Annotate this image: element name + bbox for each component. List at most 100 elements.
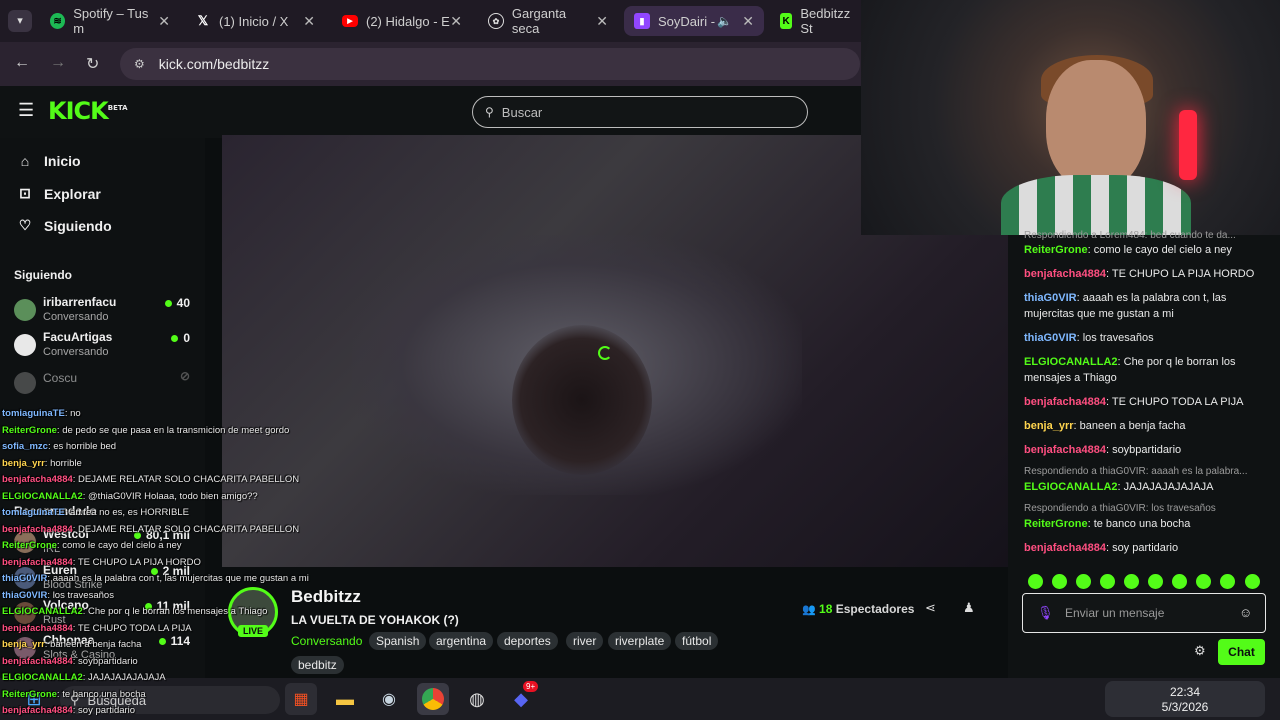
webcam-person-shirt [1001,175,1191,235]
sidebar-item-inicio[interactable]: ⌂ Inicio [16,153,81,169]
channel-name[interactable]: Bedbitzz [291,587,361,607]
chat-send-button[interactable]: Chat [1218,639,1265,665]
overlay-message: ReiterGrone: como le cayo del cielo a ne… [2,540,182,551]
close-tab-icon[interactable]: ✕ [303,13,315,30]
overlay-message: benjafacha4884: DEJAME RELATAR SOLO CHAC… [2,524,300,535]
emote-icon[interactable] [1052,574,1067,589]
following-heading: Siguiendo [14,268,72,282]
overlay-message: benjafacha4884: soy partidario [2,705,136,716]
reload-icon[interactable]: ↻ [86,54,99,74]
emote-icon[interactable] [1172,574,1187,589]
twitch-icon: ▮ [634,13,650,29]
following-item[interactable]: FacuArtigas Conversando 0 [14,330,190,364]
tab-kick[interactable]: K Bedbitzz St [770,6,861,36]
close-tab-icon[interactable]: ✕ [742,13,754,30]
share-icon[interactable]: ⋖ [925,600,936,616]
kick-logo[interactable]: KICKBETA [48,97,128,125]
emote-icon[interactable] [1220,574,1235,589]
avatar [14,372,36,394]
chrome-icon[interactable] [417,683,449,715]
tab-chatgpt[interactable]: ✿ Garganta seca ✕ [478,6,618,36]
chat-message: ReiterGrone: como le cayo del cielo a ne… [1024,244,1232,256]
overlay-message: thiaG0VIR: los travesaños [2,590,114,601]
tab-youtube[interactable]: ▶ (2) Hidalgo - E ✕ [332,6,472,36]
overlay-message: benjafacha4884: TE CHUPO TODA LA PIJA [2,623,192,634]
live-dot-icon [158,638,166,645]
tab-x[interactable]: 𝕏 (1) Inicio / X ✕ [185,6,325,36]
live-badge: LIVE [238,625,269,637]
loading-spinner-icon [598,346,612,360]
close-tab-icon[interactable]: ✕ [596,13,608,30]
close-tab-icon[interactable]: ✕ [158,13,170,30]
emote-icon[interactable] [1196,574,1211,589]
overlay-message: thiaG0VIR: aaaah es la palabra con t, la… [2,573,309,584]
search-input[interactable]: ⚲ Buscar [472,96,808,128]
tag-chip[interactable]: riverplate [608,632,672,650]
tab-list-chevron-icon[interactable]: ▾ [8,10,32,32]
chat-message: benjafacha4884: soy partidario [1024,542,1179,554]
follow-user-icon[interactable]: ♟ [963,600,975,616]
tag-chip[interactable]: deportes [497,632,558,650]
forward-arrow-icon[interactable]: → [50,54,66,72]
tab-twitch[interactable]: ▮ SoyDairi - 🔈 ✕ [624,6,764,36]
category-link[interactable]: Conversando [291,634,362,648]
viewer-count: 👥 18 Espectadores [802,602,915,616]
webcam-overlay [861,0,1280,235]
chat-input[interactable]: 🎙 Enviar un mensaje ☺ [1022,593,1266,633]
compass-icon: ⊡ [19,185,31,201]
avatar [14,299,36,321]
overlay-message: benjafacha4884: DEJAME RELATAR SOLO CHAC… [2,474,300,485]
back-arrow-icon[interactable]: ← [14,54,30,72]
search-icon: ⚲ [485,105,494,119]
live-dot-icon [164,300,172,307]
system-clock[interactable]: 22:34 5/3/2026 [1105,681,1265,717]
home-icon: ⌂ [20,153,30,169]
chat-message: benjafacha4884: TE CHUPO LA PIJA HORDO [1024,268,1255,280]
offline-icon: ⊘ [179,369,190,383]
chat-message: benja_yrr: baneen a benja facha [1024,420,1186,432]
obs-icon[interactable]: ◍ [461,683,493,715]
avatar [14,334,36,356]
chat-reply-context: Respondiendo a thiaG0VIR: aaaah es la pa… [1024,466,1248,477]
webcam-person-face [1046,60,1146,190]
chat-reply-context: Respondiendo a thiaG0VIR: los travesaños [1024,503,1216,514]
x-icon: 𝕏 [197,13,209,28]
emoji-icon[interactable]: ☺ [1239,605,1252,620]
tag-chip[interactable]: river [566,632,604,650]
emote-icon[interactable] [1076,574,1091,589]
tag-chip[interactable]: Spanish [369,632,427,650]
overlay-message: benjafacha4884: TE CHUPO LA PIJA HORDO [2,557,201,568]
windows-taskbar: ⊞ ⚲ Búsqueda ▦ ▬ ◉ ◍ ◆ 9+ 22:34 5/3/2026 [0,678,1280,720]
tab-spotify[interactable]: ≋ Spotify – Tus m ✕ [40,6,180,36]
following-item[interactable]: Coscu ⊘ [14,368,190,402]
youtube-icon: ▶ [342,15,358,27]
emote-icon[interactable] [1100,574,1115,589]
stream-info: LIVE Bedbitzz LA VUELTA DE YOHAKOK (?) C… [222,567,1008,677]
menu-icon[interactable]: ☰ [18,100,34,121]
sidebar-item-explorar[interactable]: ⊡ Explorar [16,185,101,202]
viewer-count: 114 [158,634,190,648]
close-tab-icon[interactable]: ✕ [450,13,462,30]
microsoft-store-icon[interactable]: ▦ [285,683,317,715]
emote-icon[interactable] [1124,574,1139,589]
url-field[interactable]: ⚙ kick.com/bedbitzz [120,48,860,80]
tag-chip[interactable]: bedbitz [291,656,344,674]
emote-icon[interactable] [1245,574,1260,589]
settings-gear-icon[interactable]: ⚙ [1194,643,1206,659]
overlay-message: ReiterGrone: te banco una bocha [2,689,146,700]
users-icon: 👥 [802,604,816,616]
site-settings-icon[interactable]: ⚙ [134,57,145,71]
webcam-red-light [1179,110,1197,180]
emote-icon[interactable] [1028,574,1043,589]
viewer-count: 0 [171,331,190,345]
tag-chip[interactable]: argentina [429,632,494,650]
file-explorer-icon[interactable]: ▬ [329,683,361,715]
microphone-icon[interactable]: 🎙 [1037,605,1054,621]
emote-icon[interactable] [1148,574,1163,589]
following-item[interactable]: iribarrenfacu Conversando 40 [14,295,190,329]
sidebar-item-siguiendo[interactable]: ♡ Siguiendo [16,217,112,234]
steam-icon[interactable]: ◉ [373,683,405,715]
tag-chip[interactable]: fútbol [675,632,719,650]
speaker-icon[interactable]: 🔈 [717,14,732,28]
discord-icon[interactable]: ◆ 9+ [505,681,539,715]
